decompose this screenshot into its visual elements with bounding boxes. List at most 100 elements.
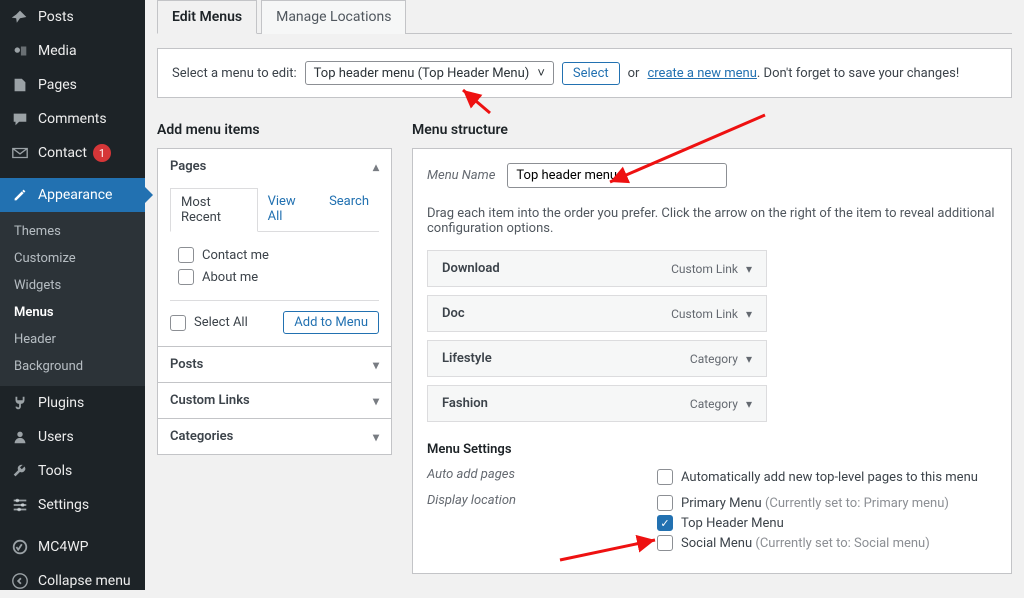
add-menu-items-column: Add menu items Pages▴ Most Recent View A…: [157, 122, 392, 574]
tab-edit-menus[interactable]: Edit Menus: [157, 0, 257, 34]
sidebar-label: Posts: [38, 9, 74, 25]
menu-items-list: Download Custom Link ▾ DocCustom Link▾ Lif…: [427, 250, 997, 422]
location-social-menu[interactable]: Social Menu (Currently set to: Social me…: [657, 533, 997, 553]
sidebar-label: MC4WP: [38, 539, 88, 555]
checkbox[interactable]: [657, 495, 673, 511]
location-top-header-menu[interactable]: ✓ Top Header Menu: [657, 513, 997, 533]
create-menu-link[interactable]: create a new menu: [647, 66, 756, 81]
sidebar-label: Pages: [38, 77, 77, 93]
item-name: Lifestyle: [442, 351, 492, 366]
sidebar-item-pages[interactable]: Pages: [0, 68, 145, 102]
page-item-contact-me[interactable]: Contact me: [178, 244, 371, 266]
select-button[interactable]: Select: [562, 62, 620, 85]
sidebar-item-plugins[interactable]: Plugins: [0, 386, 145, 420]
sliders-icon: [10, 495, 30, 515]
custom-links-panel-header[interactable]: Custom Links▾: [158, 383, 391, 418]
pages-sub-tabs: Most Recent View All Search: [170, 188, 379, 232]
chevron-down-icon: ▾: [373, 358, 379, 372]
location-primary-menu[interactable]: Primary Menu (Currently set to: Primary …: [657, 493, 997, 513]
add-items-title: Add menu items: [157, 122, 392, 138]
mc4wp-icon: [10, 537, 30, 557]
drag-hint: Drag each item into the order you prefer…: [427, 206, 997, 236]
checkbox[interactable]: [170, 315, 186, 331]
sidebar-item-users[interactable]: Users: [0, 420, 145, 454]
sidebar-item-comments[interactable]: Comments: [0, 102, 145, 136]
sidebar-sub-customize[interactable]: Customize: [0, 245, 145, 272]
sidebar-item-settings[interactable]: Settings: [0, 488, 145, 522]
media-icon: [10, 41, 30, 61]
users-icon: [10, 427, 30, 447]
categories-panel: Categories▾: [157, 418, 392, 455]
menu-name-input[interactable]: [507, 163, 727, 188]
checkbox[interactable]: [178, 247, 194, 263]
sidebar-item-posts[interactable]: Posts: [0, 0, 145, 34]
admin-sidebar: Posts Media Pages Comments Contact 1 Appe…: [0, 0, 145, 590]
wrench-icon: [10, 461, 30, 481]
menu-item-download[interactable]: Download Custom Link ▾: [427, 250, 767, 287]
sidebar-sub-menus[interactable]: Menus: [0, 299, 145, 326]
tab-search[interactable]: Search: [319, 188, 379, 231]
sidebar-label: Comments: [38, 111, 107, 127]
posts-panel: Posts ▾: [157, 346, 392, 383]
checkbox[interactable]: ✓: [657, 515, 673, 531]
chevron-down-icon: ▾: [746, 397, 752, 411]
posts-panel-header[interactable]: Posts ▾: [158, 347, 391, 382]
select-menu-label: Select a menu to edit:: [172, 66, 297, 81]
pages-panel-header[interactable]: Pages▴: [158, 149, 391, 184]
menu-item-fashion[interactable]: FashionCategory▾: [427, 385, 767, 422]
sidebar-label: Contact: [38, 145, 87, 161]
mail-icon: [10, 143, 30, 163]
menu-select-bar: Select a menu to edit: Top header menu (…: [157, 48, 1012, 98]
item-type: Custom Link: [671, 307, 738, 321]
comments-icon: [10, 109, 30, 129]
page-item-about-me[interactable]: About me: [178, 266, 371, 288]
custom-links-panel: Custom Links▾: [157, 382, 392, 419]
loc-note: (Currently set to: Social menu): [755, 536, 929, 551]
panel-title: Posts: [170, 357, 203, 372]
sidebar-item-contact[interactable]: Contact 1: [0, 136, 145, 170]
sidebar-item-mc4wp[interactable]: MC4WP: [0, 530, 145, 564]
sidebar-sub-widgets[interactable]: Widgets: [0, 272, 145, 299]
tab-most-recent[interactable]: Most Recent: [170, 188, 258, 232]
auto-add-label: Auto add pages: [427, 467, 657, 487]
checkbox[interactable]: [657, 469, 673, 485]
tab-manage-locations[interactable]: Manage Locations: [261, 0, 406, 34]
sidebar-sub-background[interactable]: Background: [0, 353, 145, 380]
panel-title: Categories: [170, 429, 233, 444]
sidebar-item-collapse[interactable]: Collapse menu: [0, 564, 145, 598]
loc-label: Social Menu: [681, 536, 752, 551]
chevron-down-icon: ▾: [746, 262, 752, 276]
loc-label: Primary Menu: [681, 496, 762, 511]
select-all[interactable]: Select All: [170, 312, 248, 334]
checkbox[interactable]: [657, 535, 673, 551]
loc-label: Top Header Menu: [681, 516, 784, 531]
checkbox[interactable]: [178, 269, 194, 285]
categories-panel-header[interactable]: Categories▾: [158, 419, 391, 454]
menu-select-dropdown[interactable]: Top header menu (Top Header Menu) ˅: [305, 61, 554, 85]
sidebar-label: Tools: [38, 463, 72, 479]
menu-item-doc[interactable]: DocCustom Link▾: [427, 295, 767, 332]
item-name: Download: [442, 261, 500, 276]
add-to-menu-button[interactable]: Add to Menu: [283, 311, 379, 334]
sidebar-item-appearance[interactable]: Appearance: [0, 178, 145, 212]
or-text: or: [628, 66, 640, 81]
collapse-icon: [10, 571, 30, 591]
item-type: Custom Link: [671, 262, 738, 276]
tab-view-all[interactable]: View All: [258, 188, 319, 231]
item-type: Category: [690, 397, 738, 411]
auto-add-option[interactable]: Automatically add new top-level pages to…: [657, 467, 997, 487]
notification-badge: 1: [93, 144, 111, 162]
sidebar-sub-header[interactable]: Header: [0, 326, 145, 353]
sidebar-item-media[interactable]: Media: [0, 34, 145, 68]
nav-tabs: Edit Menus Manage Locations: [157, 0, 1012, 34]
loc-note: (Currently set to: Primary menu): [765, 496, 949, 511]
chevron-down-icon: ˅: [537, 65, 545, 81]
menu-item-lifestyle[interactable]: LifestyleCategory▾: [427, 340, 767, 377]
sidebar-sub-themes[interactable]: Themes: [0, 218, 145, 245]
plug-icon: [10, 393, 30, 413]
sidebar-item-tools[interactable]: Tools: [0, 454, 145, 488]
page-item-label: About me: [202, 270, 258, 285]
brush-icon: [10, 185, 30, 205]
sidebar-label: Collapse menu: [38, 573, 131, 589]
pages-icon: [10, 75, 30, 95]
